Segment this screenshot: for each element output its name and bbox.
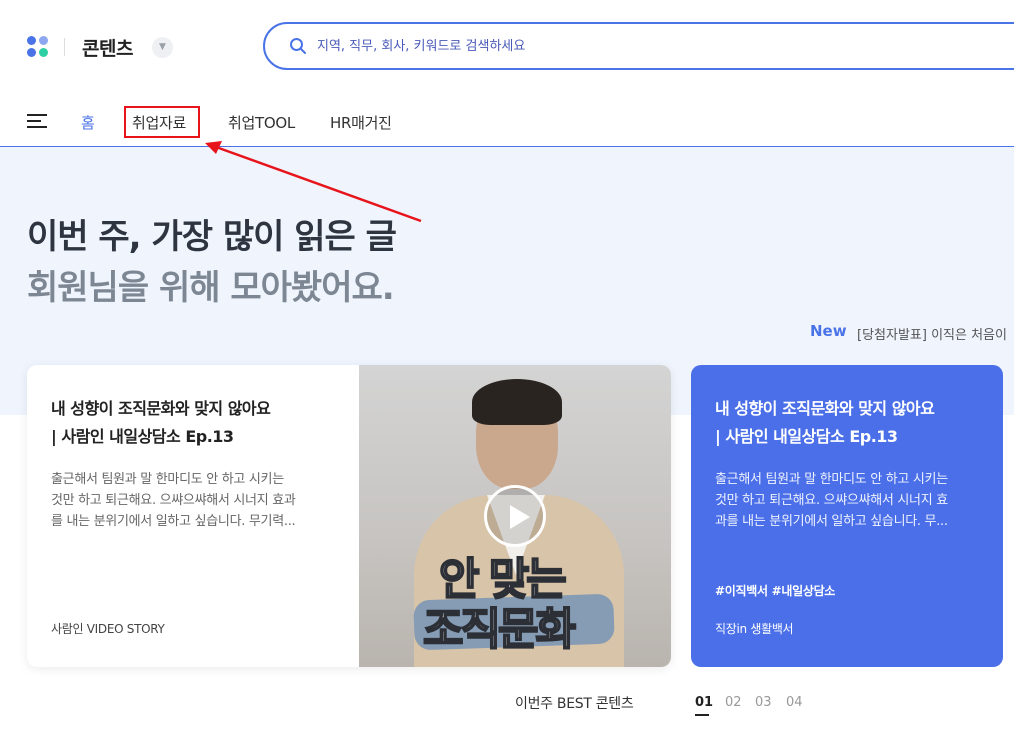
card-title-line: | 사람인 내일상담소 Ep.13 [715,427,898,446]
card-title-line: 내 성향이 조직문화와 맞지 않아요 [715,399,935,418]
page-tab-01[interactable]: 01 [695,695,713,710]
card-desc-line: 출근해서 팀원과 말 한마디도 안 하고 시키는 [715,472,948,487]
card-desc-line: 과를 내는 분위기에서 일하고 싶습니다. 무... [715,514,948,529]
card-text: 내 성향이 조직문화와 맞지 않아요 | 사람인 내일상담소 Ep.13 출근해… [715,395,985,532]
card-source: 직장in 생활백서 [715,622,794,636]
nav-item-home[interactable]: 홈 [81,112,95,133]
divider [64,38,65,56]
nav-item-job-tool[interactable]: 취업TOOL [228,112,295,133]
nav-item-hr-magazine[interactable]: HR매거진 [330,112,392,133]
card-description: 출근해서 팀원과 말 한마디도 안 하고 시키는 것만 하고 퇴근해요. 으쌰으… [715,469,985,532]
active-page-underline [695,714,709,716]
person-hair [472,379,562,425]
card-desc-line: 를 내는 분위기에서 일하고 싶습니다. 무기력... [51,514,296,529]
new-badge: New [810,322,847,340]
card-tags[interactable]: #이직백서 #내일상담소 [715,582,835,599]
card-text: 내 성향이 조직문화와 맞지 않아요 | 사람인 내일상담소 Ep.13 출근해… [51,395,341,532]
card-title: 내 성향이 조직문화와 맞지 않아요 | 사람인 내일상담소 Ep.13 [51,395,341,451]
card-desc-line: 출근해서 팀원과 말 한마디도 안 하고 시키는 [51,472,284,487]
chevron-down-icon[interactable]: ▼ [152,37,173,58]
service-title: 콘텐츠 [82,38,133,60]
card-desc-line: 것만 하고 퇴근해요. 으쌰으쌰해서 시너지 효과 [51,493,296,508]
search-input[interactable] [317,34,917,58]
content-card-highlight[interactable]: 내 성향이 조직문화와 맞지 않아요 | 사람인 내일상담소 Ep.13 출근해… [691,365,1003,667]
hamburger-menu-icon[interactable] [27,114,47,129]
card-title-line: | 사람인 내일상담소 Ep.13 [51,427,234,446]
play-button[interactable] [484,485,546,547]
hero-subtitle: 회원님을 위해 모아봤어요. [27,268,395,308]
page-tab-03[interactable]: 03 [755,695,772,710]
card-desc-line: 것만 하고 퇴근해요. 으쌰으쌰해서 시너지 효 [715,493,948,508]
content-card-featured[interactable]: 내 성향이 조직문화와 맞지 않아요 | 사람인 내일상담소 Ep.13 출근해… [27,365,671,667]
card-source: 사람인 VIDEO STORY [51,622,165,636]
hero-title: 이번 주, 가장 많이 읽은 글 [27,217,397,257]
search-bar[interactable] [263,22,1014,70]
card-title-line: 내 성향이 조직문화와 맞지 않아요 [51,399,271,418]
thumb-caption-line: 조직문화 [422,603,577,656]
header: 콘텐츠 ▼ [0,0,1014,96]
page-tab-04[interactable]: 04 [786,695,803,710]
play-icon [510,505,530,529]
page-tab-02[interactable]: 02 [725,695,742,710]
card-description: 출근해서 팀원과 말 한마디도 안 하고 시키는 것만 하고 퇴근해요. 으쌰으… [51,469,341,532]
news-ticker-link[interactable]: [당첨자발표] 이직은 처음이 [857,324,1007,343]
search-icon[interactable] [289,37,307,55]
video-thumbnail[interactable]: 안 맞는 조직문화 [359,365,671,667]
dots-logo-icon[interactable] [27,36,49,58]
annotation-highlight-box [124,106,200,138]
card-title: 내 성향이 조직문화와 맞지 않아요 | 사람인 내일상담소 Ep.13 [715,395,985,451]
best-contents-label: 이번주 BEST 콘텐츠 [515,696,634,712]
